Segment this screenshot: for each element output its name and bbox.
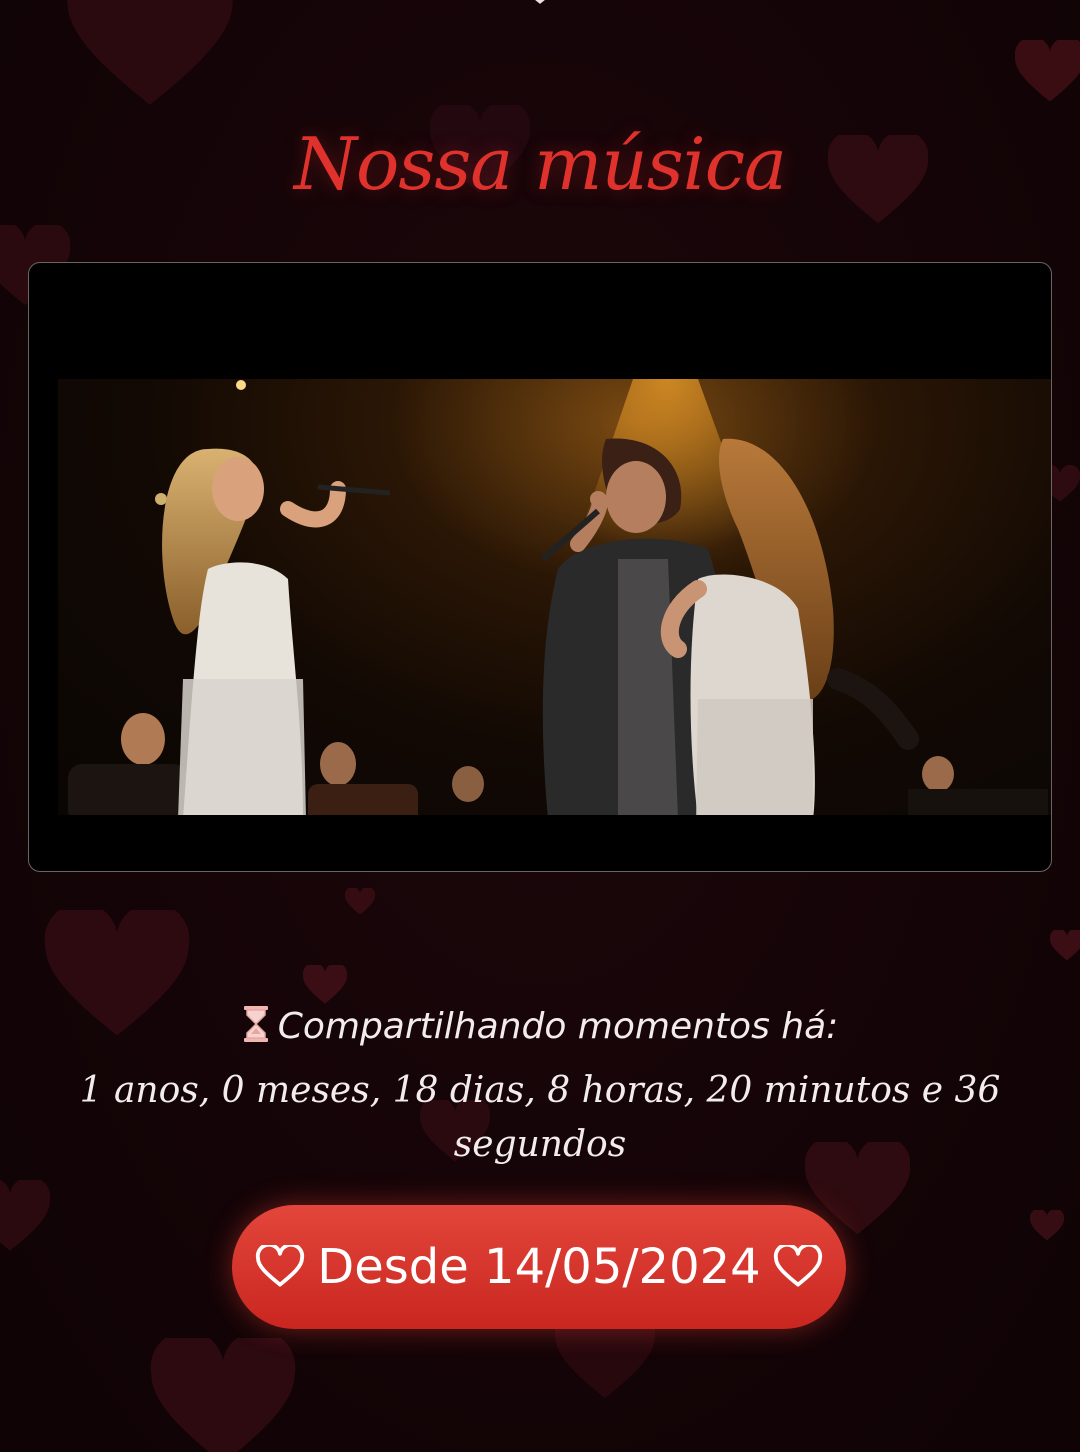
video-player[interactable]: [28, 262, 1052, 872]
chevron-down-icon[interactable]: [526, 0, 554, 8]
video-thumbnail[interactable]: [58, 379, 1051, 815]
hourglass-icon: [243, 1006, 268, 1042]
timer-value: 1 anos, 0 meses, 18 dias, 8 horas, 20 mi…: [79, 1070, 1001, 1165]
heart-outline-icon: [773, 1245, 822, 1287]
heart-bg-icon: [67, 0, 233, 105]
concert-scene-image: [68, 379, 1048, 815]
heart-bg-icon: [1050, 930, 1080, 961]
timer-label-text: Compartilhando momentos há:: [277, 1006, 839, 1047]
heart-bg-icon: [303, 965, 347, 1004]
section-title: Nossa música: [294, 122, 787, 206]
heart-bg-icon: [150, 1338, 296, 1452]
timer-label: Compartilhando momentos há:: [0, 1006, 1080, 1047]
heart-outline-icon: [256, 1245, 305, 1287]
heart-bg-icon: [1030, 1210, 1064, 1241]
heart-bg-icon: [345, 888, 375, 915]
since-date-button[interactable]: Desde 14/05/2024: [232, 1205, 846, 1329]
heart-bg-icon: [0, 1180, 50, 1251]
since-date-label: Desde 14/05/2024: [317, 1239, 761, 1295]
heart-bg-icon: [1015, 40, 1080, 102]
